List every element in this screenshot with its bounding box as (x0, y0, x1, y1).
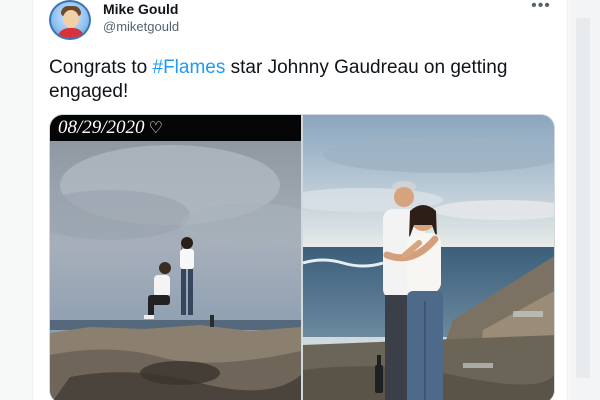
tweet-text-before: Congrats to (49, 57, 153, 78)
tweet-text: Congrats to #Flames star Johnny Gaudreau… (49, 56, 553, 104)
author-avatar[interactable] (49, 0, 91, 40)
more-options-icon[interactable]: ••• (529, 0, 553, 18)
couple-photo[interactable] (303, 115, 554, 400)
photo-date: 08/29/2020 (58, 117, 145, 138)
author-display-name[interactable]: Mike Gould (103, 1, 178, 17)
tweet-card[interactable]: Mike Gould @miketgould ••• Congrats to #… (32, 0, 568, 400)
tweet-media-grid: 08/29/2020 ♡ (49, 114, 555, 400)
proposal-photo-image (50, 115, 301, 400)
heart-icon: ♡ (148, 120, 163, 137)
hashtag-link[interactable]: #Flames (153, 57, 226, 78)
proposal-photo[interactable]: 08/29/2020 ♡ (50, 115, 301, 400)
photo-date-banner: 08/29/2020 ♡ (50, 115, 301, 141)
tweet-header: Mike Gould @miketgould ••• (49, 0, 553, 44)
author-handle[interactable]: @miketgould (103, 19, 179, 34)
couple-photo-image (303, 115, 554, 400)
right-sidebar-edge (570, 0, 600, 400)
